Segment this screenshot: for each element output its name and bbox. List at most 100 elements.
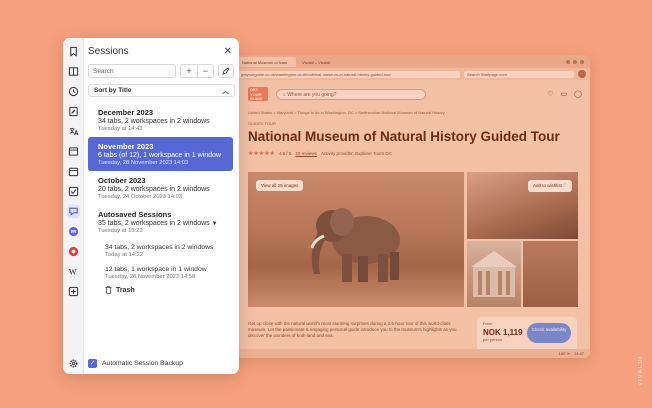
gallery-image-skeleton[interactable] (523, 241, 578, 307)
autosaved-item-1[interactable]: 34 tabs, 2 workspaces in 2 windows Today… (84, 239, 239, 261)
breadcrumb[interactable]: United States > Maryland > Things to do … (248, 110, 582, 115)
session-summary: 34 tabs, 2 workspaces in 2 windows (98, 118, 210, 125)
session-date: Tuesday at 14:43 (98, 126, 143, 132)
site-header: GET YOUR GUIDE ⌕ Where are you going? ♡ … (248, 84, 582, 104)
sessions-content: Sessions ✕ + − Sort by Title ︿ December … (84, 38, 239, 374)
caret-down-icon[interactable]: ▼ (212, 221, 218, 227)
svg-text:W: W (69, 268, 77, 277)
check-availability-button[interactable]: Check availability (527, 323, 571, 343)
wikipedia-icon[interactable]: W (67, 265, 80, 278)
session-item-autosaved[interactable]: Autosaved Sessions 35 tabs, 2 workspaces… (88, 205, 233, 239)
backup-row: ✓ Automatic Session Backup (84, 352, 239, 374)
site-logo[interactable]: GET YOUR GUIDE (248, 87, 268, 101)
tab-museum[interactable]: National Museum of Natu (238, 56, 296, 67)
sessions-panel: W Sessions ✕ + − Sort by Title ︿ (63, 38, 239, 374)
heart-icon[interactable]: ♡ (547, 90, 553, 98)
session-date: Tuesday at 15:22 (98, 228, 143, 234)
tab-vivaldi[interactable]: Vivaldi – Vivaldi (298, 57, 342, 67)
session-item-december[interactable]: December 2023 34 tabs, 2 workspaces in 2… (88, 103, 233, 137)
view-all-images-button[interactable]: View all 25 images (256, 180, 304, 191)
history-icon[interactable] (67, 85, 80, 98)
session-summary: 35 tabs, 2 workspaces in 2 windows ▼ (98, 220, 227, 227)
session-item-october[interactable]: October 2023 20 tabs, 2 workspaces in 2 … (88, 171, 233, 205)
url-field[interactable]: getyourguide.co.uk/washington-dc-l6/nati… (238, 70, 460, 78)
window-panel-icon[interactable] (67, 145, 80, 158)
session-title: November 2023 (98, 142, 154, 151)
session-title: December 2023 (98, 108, 154, 117)
cart-icon[interactable]: ▭ (561, 90, 568, 98)
notes-icon[interactable] (67, 105, 80, 118)
session-summary: 6 tabs (of 12), 1 workspace in 1 window (98, 152, 221, 159)
bookmarks-icon[interactable] (67, 45, 80, 58)
gallery-main-image[interactable]: View all 25 images (248, 172, 464, 307)
provider-link[interactable]: Activity provider: Explorer Tours DC (321, 151, 392, 156)
sort-dropdown[interactable]: Sort by Title ︿ (88, 84, 235, 97)
autosaved-item-2[interactable]: 12 tabs, 1 workspace in 1 window Tuesday… (84, 261, 239, 283)
session-summary: 20 tabs, 2 workspaces in 2 windows (98, 186, 210, 193)
zoom-level[interactable]: 100 % (559, 351, 570, 356)
category-label: GUIDED TOUR (248, 121, 276, 126)
page-title: National Museum of Natural History Guide… (248, 129, 560, 144)
reviews-link[interactable]: 22 reviews (295, 151, 317, 156)
profile-avatar[interactable] (578, 70, 586, 78)
trash-label: Trash (116, 286, 135, 294)
translate-icon[interactable] (67, 125, 80, 138)
settings-gear-icon[interactable] (67, 357, 80, 370)
vivaldi-watermark: VIVALDI (638, 355, 644, 386)
vivaldi-social-icon[interactable] (67, 245, 80, 258)
window-controls (566, 59, 584, 64)
price-card: From NOK 1,119 per person Check availabi… (477, 317, 577, 351)
gallery-image-visitors[interactable]: Add to wishlist ♡ (467, 172, 578, 239)
museum-building-image (471, 251, 517, 297)
backup-checkbox[interactable]: ✓ (88, 358, 97, 368)
close-icon[interactable]: ✕ (224, 46, 232, 57)
add-remove-group: + − (180, 64, 214, 78)
add-to-wishlist-button[interactable]: Add to wishlist ♡ (527, 180, 572, 192)
chevron-up-icon: ︿ (222, 87, 229, 95)
rating-value: 4.9 / 5 (278, 151, 292, 156)
session-title: Autosaved Sessions (98, 210, 172, 219)
session-date: Tuesday, 28 November 2023 14:03 (98, 160, 189, 166)
trash-icon (105, 286, 112, 294)
remove-session-button[interactable]: − (197, 65, 213, 77)
pencil-icon (222, 67, 230, 75)
maximize-button[interactable] (573, 59, 577, 64)
session-date: Today at 14:22 (105, 252, 144, 258)
session-search-input[interactable] (88, 64, 176, 78)
site-search-placeholder: Where are you going? (287, 91, 337, 98)
panel-title: Sessions (88, 45, 129, 57)
tasks-icon[interactable] (67, 185, 80, 198)
session-summary: 34 tabs, 2 workspaces in 2 windows (105, 244, 214, 251)
tour-description: Get up close with the natural world's mo… (248, 321, 457, 338)
panel-icon-strip: W (63, 38, 84, 374)
search-row: + − (84, 62, 239, 80)
image-gallery: View all 25 images Add to wishlist ♡ (248, 172, 578, 307)
gallery-image-building[interactable] (467, 241, 521, 307)
reading-list-icon[interactable] (67, 65, 80, 78)
mastodon-icon[interactable] (67, 225, 80, 238)
sessions-icon[interactable] (67, 205, 80, 218)
add-session-button[interactable]: + (181, 65, 197, 77)
calendar-icon[interactable] (67, 165, 80, 178)
session-date: Tuesday, 28 November 2023 14:58 (105, 274, 196, 280)
user-icon[interactable]: ◯ (574, 90, 582, 98)
close-window-button[interactable] (580, 59, 584, 64)
panel-header: Sessions ✕ (84, 38, 239, 64)
session-item-november[interactable]: November 2023 6 tabs (of 12), 1 workspac… (88, 137, 233, 171)
rating-line: ★★★★★ 4.9 / 5 22 reviews Activity provid… (248, 150, 582, 157)
autosaved-summary-text: 35 tabs, 2 workspaces in 2 windows (98, 220, 210, 227)
minimize-button[interactable] (566, 59, 570, 64)
site-search-input[interactable]: ⌕ Where are you going? (276, 88, 426, 100)
web-search-field[interactable]: Search Startpage.com (464, 70, 574, 78)
add-web-panel-icon[interactable] (67, 285, 80, 298)
trash-item[interactable]: Trash (84, 283, 239, 294)
edit-session-button[interactable] (218, 64, 234, 78)
site-header-icons: ♡ ▭ ◯ (547, 90, 582, 98)
elephant-image (310, 208, 400, 282)
session-date: Tuesday, 24 October 2023 14:03 (98, 194, 183, 200)
session-summary: 12 tabs, 1 workspace in 1 window (105, 266, 207, 273)
session-title: October 2023 (98, 176, 146, 185)
sort-label: Sort by Title (94, 87, 132, 94)
star-rating: ★★★★★ (248, 151, 275, 157)
backup-label[interactable]: Automatic Session Backup (102, 360, 183, 367)
